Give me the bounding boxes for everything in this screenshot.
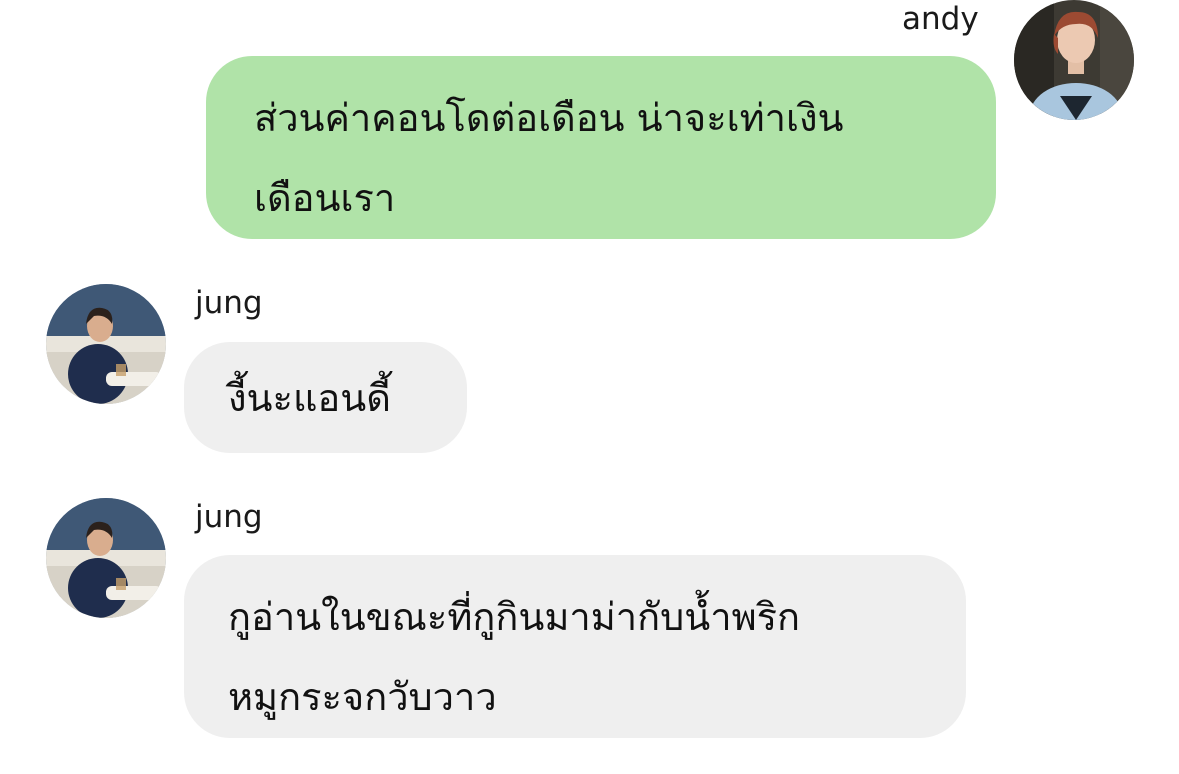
avatar-jung-image <box>46 284 166 404</box>
sender-name-jung: jung <box>195 499 263 535</box>
avatar-jung[interactable] <box>46 284 166 404</box>
message-bubble-incoming[interactable]: กูอ่านในขณะที่กูกินมาม่ากับน้ำพริก หมูกร… <box>184 555 966 738</box>
sender-name-jung: jung <box>195 285 263 321</box>
message-text-line: งี้นะแอนดี้ <box>228 376 391 420</box>
message-text-line: ส่วนค่าคอนโดต่อเดือน น่าจะเท่าเงิน <box>254 96 844 140</box>
avatar-andy-image <box>1014 0 1134 120</box>
avatar-jung-image <box>46 498 166 618</box>
avatar-jung[interactable] <box>46 498 166 618</box>
message-text-line: เดือนเรา <box>254 176 396 220</box>
sender-name-andy: andy <box>902 1 979 37</box>
avatar-andy[interactable] <box>1014 0 1134 120</box>
chat-screen: andy ส่วนค่าคอนโดต่อเดือน น่าจะเท่าเงิน … <box>0 0 1179 774</box>
message-bubble-incoming[interactable]: งี้นะแอนดี้ <box>184 342 467 453</box>
message-bubble-outgoing[interactable]: ส่วนค่าคอนโดต่อเดือน น่าจะเท่าเงิน เดือน… <box>206 56 996 239</box>
message-text-line: หมูกระจกวับวาว <box>228 675 497 719</box>
message-text-line: กูอ่านในขณะที่กูกินมาม่ากับน้ำพริก <box>228 595 801 639</box>
